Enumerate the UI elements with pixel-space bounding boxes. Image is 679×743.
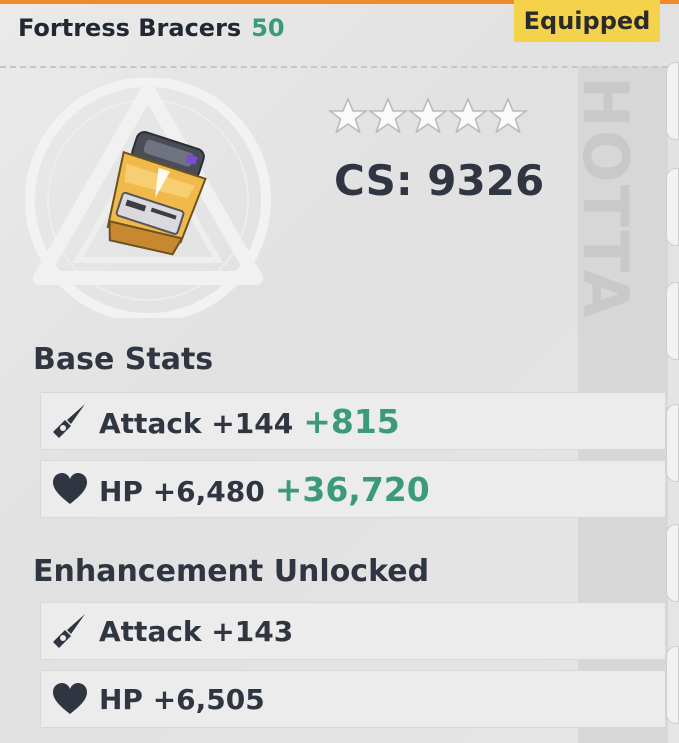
stat-attack-label: Attack +144 xyxy=(99,406,294,440)
stat-row-attack: Attack +144 +815 xyxy=(40,392,666,450)
side-tab-2[interactable] xyxy=(666,168,679,246)
enhancement-row-hp: HP +6,505 xyxy=(40,670,666,728)
base-stats-title: Base Stats xyxy=(33,342,214,377)
side-tab-5[interactable] xyxy=(666,524,679,602)
heart-icon xyxy=(53,683,87,714)
heart-icon xyxy=(53,473,87,504)
side-tab-1[interactable] xyxy=(666,62,679,140)
enhancement-row-attack: Attack +143 xyxy=(40,602,666,660)
star-rating xyxy=(328,96,528,136)
item-level: 50 xyxy=(251,14,285,42)
background-watermark: HOTTA xyxy=(569,76,642,320)
enhancement-title: Enhancement Unlocked xyxy=(33,554,430,589)
stat-hp-label: HP +6,480 xyxy=(99,474,265,508)
side-tab-6[interactable] xyxy=(666,646,679,724)
star-icon xyxy=(408,97,448,134)
enhancement-attack-label: Attack +143 xyxy=(99,614,294,648)
bracers-item-icon xyxy=(106,131,207,256)
stat-row-hp: HP +6,480 +36,720 xyxy=(40,460,666,518)
item-detail-panel: HOTTA Fortress Bracers 50 Equipped CS: 9… xyxy=(0,0,679,743)
stat-hp-bonus: +36,720 xyxy=(274,469,430,509)
stat-attack-bonus: +815 xyxy=(303,401,400,441)
item-title: Fortress Bracers 50 xyxy=(18,14,285,42)
header-divider xyxy=(0,66,668,68)
item-name: Fortress Bracers xyxy=(18,14,242,42)
enhancement-hp-label: HP +6,505 xyxy=(99,682,265,716)
star-icon xyxy=(488,97,528,134)
equipped-badge: Equipped xyxy=(514,0,660,42)
stat-hp-text: HP +6,480 +36,720 xyxy=(99,470,430,509)
combat-score: CS: 9326 xyxy=(334,156,545,205)
stat-attack-text: Attack +144 +815 xyxy=(99,402,400,441)
star-icon xyxy=(368,97,408,134)
sword-icon xyxy=(53,404,85,438)
star-icon xyxy=(328,97,368,134)
side-tab-4[interactable] xyxy=(666,404,679,482)
side-tab-3[interactable] xyxy=(666,282,679,360)
sword-icon xyxy=(53,614,85,648)
star-icon xyxy=(448,97,488,134)
